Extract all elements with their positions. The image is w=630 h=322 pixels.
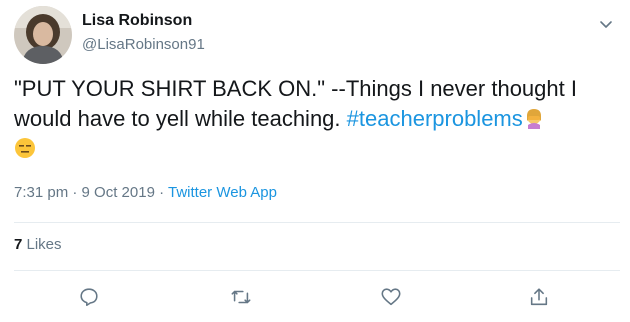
hashtag-link[interactable]: #teacherproblems [347,106,523,131]
divider [14,222,620,223]
expressionless-face-emoji [14,137,36,159]
avatar[interactable] [14,6,72,64]
tweet-date[interactable]: 9 Oct 2019 [82,184,155,201]
user-handle[interactable]: @LisaRobinson91 [82,36,205,53]
tweet-meta: 7:31 pm · 9 Oct 2019 · Twitter Web App [14,184,277,201]
chevron-down-icon[interactable] [596,14,616,34]
meta-separator: · [68,184,82,201]
tweet-source-link[interactable]: Twitter Web App [168,184,277,201]
tweet-time[interactable]: 7:31 pm [14,184,68,201]
likes-count[interactable]: 7 Likes [14,236,62,253]
user-name[interactable]: Lisa Robinson [82,12,192,30]
retweet-icon[interactable] [230,286,254,310]
share-icon[interactable] [528,286,552,310]
like-icon[interactable] [380,286,404,310]
meta-separator: · [154,184,168,201]
tweet-text: "PUT YOUR SHIRT BACK ON." --Things I nev… [14,74,620,164]
divider [14,270,620,271]
woman-facepalming-emoji [523,107,545,129]
likes-label: Likes [22,236,62,253]
avatar-image [14,6,72,64]
reply-icon[interactable] [78,286,102,310]
tweet-card: Lisa Robinson @LisaRobinson91 "PUT YOUR … [0,0,630,322]
